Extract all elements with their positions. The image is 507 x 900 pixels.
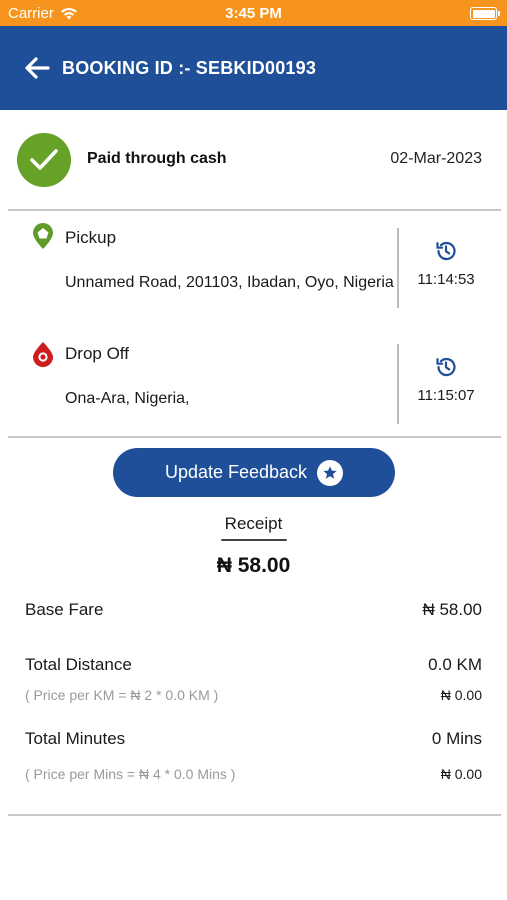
dropoff-pin-icon: [33, 342, 53, 367]
vertical-divider: [397, 228, 399, 308]
minutes-price-value: ₦ 0.00: [440, 766, 482, 782]
total-distance-value: 0.0 KM: [428, 655, 482, 674]
dropoff-time: 11:15:07: [417, 387, 475, 404]
checkmark-icon: [30, 149, 58, 170]
booking-date: 02-Mar-2023: [390, 150, 482, 167]
pickup-address: Unnamed Road, 201103, Ibadan, Oyo, Niger…: [65, 274, 394, 291]
divider: [8, 814, 501, 816]
pickup-pin-icon: [33, 223, 53, 249]
total-minutes-value: 0 Mins: [431, 729, 482, 748]
back-button[interactable]: [22, 54, 52, 82]
dropoff-label: Drop Off: [65, 344, 129, 363]
receipt-underline: [221, 539, 287, 541]
pickup-label: Pickup: [65, 228, 117, 247]
base-fare-value: ₦ 58.00: [422, 600, 482, 619]
total-minutes-label: Total Minutes: [25, 729, 126, 748]
star-icon: [317, 459, 344, 486]
pickup-time: 11:14:53: [417, 271, 475, 288]
dropoff-address: Ona-Ara, Nigeria,: [65, 390, 190, 407]
app-header: BOOKING ID :- SEBKID00193: [0, 26, 507, 110]
receipt-title: Receipt: [224, 514, 283, 533]
battery-icon: [470, 7, 500, 20]
receipt-total: ₦ 58.00: [216, 554, 291, 577]
status-bar: Carrier 3:45 PM: [0, 0, 507, 26]
divider: [8, 436, 501, 438]
check-circle-icon: [17, 133, 71, 187]
pickup-section: Pickup Unnamed Road, 201103, Ibadan, Oyo…: [0, 210, 507, 310]
history-icon: [436, 357, 456, 377]
update-feedback-button[interactable]: Update Feedback: [113, 448, 395, 497]
update-feedback-label: Update Feedback: [164, 462, 308, 482]
vertical-divider: [397, 344, 399, 424]
payment-status-row: Paid through cash 02-Mar-2023: [0, 110, 507, 210]
distance-price-value: ₦ 0.00: [440, 687, 482, 703]
page-title: BOOKING ID :- SEBKID00193: [62, 58, 317, 78]
total-distance-label: Total Distance: [25, 655, 132, 674]
payment-status-text: Paid through cash: [87, 150, 227, 167]
distance-price-detail: ( Price per KM = ₦ 2 * 0.0 KM ): [25, 687, 219, 703]
dropoff-section: Drop Off Ona-Ara, Nigeria, 11:15:07: [0, 326, 507, 426]
arrow-left-icon: [25, 57, 50, 79]
base-fare-label: Base Fare: [25, 600, 104, 619]
history-icon: [436, 241, 456, 261]
minutes-price-detail: ( Price per Mins = ₦ 4 * 0.0 Mins ): [25, 766, 236, 782]
status-time: 3:45 PM: [225, 5, 282, 22]
